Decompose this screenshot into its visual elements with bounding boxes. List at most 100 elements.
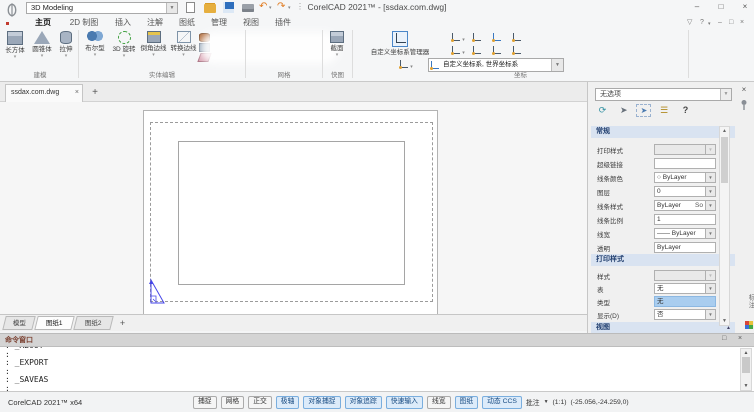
group-label-mesh: 网格 (246, 69, 322, 79)
palette-side-tab[interactable]: 标注 (745, 294, 754, 309)
hyperlink-field[interactable] (654, 158, 716, 169)
transparency-field[interactable]: ByLayer (654, 242, 716, 253)
doc-close-button[interactable]: × (740, 17, 744, 28)
chevron-down-icon[interactable]: ▼ (706, 172, 716, 183)
chevron-down-icon[interactable]: ▼ (706, 283, 716, 294)
line-color-select[interactable]: ○ ByLayer (654, 172, 706, 183)
ccs-manager-button[interactable]: 自定义坐标系管理器 (352, 31, 448, 56)
line-scale-field[interactable]: 1 (654, 214, 716, 225)
toggle-dynamic-ccs[interactable]: 动态 CCS (482, 396, 522, 409)
command-scrollbar[interactable]: ▲ ▼ (740, 348, 752, 391)
annotation-dropdown-icon[interactable]: ▼ (544, 399, 549, 405)
document-tab[interactable]: ssdax.com.dwg × (5, 84, 83, 102)
toggle-ortho[interactable]: 正交 (248, 396, 272, 409)
line-style-select[interactable]: ByLayerSo (654, 200, 706, 211)
sheet-tab-model[interactable]: 模型 (2, 316, 35, 330)
new-sheet-button[interactable]: + (116, 317, 129, 330)
section-button[interactable]: 截面 ▾ (325, 31, 349, 57)
chevron-down-icon: ▼ (706, 144, 716, 155)
toggle-grid[interactable]: 网格 (221, 396, 245, 409)
command-window-titlebar[interactable]: 命令窗口 □ × (0, 334, 754, 347)
ccs-row-2[interactable]: ▾ (452, 46, 521, 56)
tab-insert[interactable]: 插入 (108, 16, 138, 30)
scrollbar-thumb[interactable] (721, 137, 728, 183)
palette-close-button[interactable]: × (738, 85, 750, 96)
box-button[interactable]: 长方体 ▾ (2, 31, 28, 59)
chevron-down-icon[interactable]: ▼ (706, 186, 716, 197)
annotation-scale[interactable]: (1:1) (553, 399, 567, 406)
command-lines: : _ABOUT : : _EXPORT : : _SAVEAS : (0, 347, 738, 392)
boolean-button[interactable]: 布尔型 ▾ (81, 31, 109, 57)
line-weight-select[interactable]: —— ByLayer (654, 228, 706, 239)
section-general[interactable]: 常规 ▲ (591, 126, 735, 138)
chamfer-edges-button[interactable]: 倒角边线 ▾ (139, 31, 168, 57)
chevron-down-icon[interactable]: ▼ (706, 309, 716, 320)
tab-manage[interactable]: 管理 (204, 16, 234, 30)
toggle-polar[interactable]: 极轴 (276, 396, 300, 409)
toggle-quick-input[interactable]: 快速输入 (386, 396, 423, 409)
tab-home[interactable]: 主页 (26, 16, 60, 30)
select-entities-icon[interactable]: ➤ (636, 104, 651, 117)
blur-smudge (200, 32, 338, 64)
window-restore-button[interactable]: □ (712, 1, 730, 13)
toggle-lineweight[interactable]: 线宽 (427, 396, 451, 409)
axis-icon (513, 33, 521, 41)
section-print-style[interactable]: 打印样式 ▲ (591, 254, 735, 266)
tab-annotate[interactable]: 注解 (140, 16, 170, 30)
window-close-button[interactable]: × (736, 1, 754, 13)
toggle-esnap[interactable]: 对象捕捉 (303, 396, 340, 409)
refresh-selection-icon[interactable]: ⟳ (594, 103, 611, 118)
toggle-snap[interactable]: 捕捉 (193, 396, 217, 409)
quick-select-icon[interactable]: ☰ (656, 103, 673, 118)
doc-restore-button[interactable]: □ (729, 17, 733, 28)
command-history[interactable]: : _ABOUT : : _EXPORT : : _SAVEAS : (0, 347, 738, 392)
toggle-sheet[interactable]: 图纸 (455, 396, 479, 409)
tab-sheet[interactable]: 图纸 (172, 16, 202, 30)
command-close-icon[interactable]: × (738, 335, 742, 342)
help-icon[interactable]: ? (677, 103, 694, 118)
scroll-up-icon[interactable]: ▲ (720, 128, 729, 134)
type-field-selected[interactable]: 无 (654, 296, 716, 307)
window-minimize-button[interactable]: – (688, 1, 706, 13)
help-icon[interactable]: ? (700, 17, 704, 28)
display-select[interactable]: 否 (654, 309, 706, 320)
table-select[interactable]: 无 (654, 283, 706, 294)
ribbon-collapse-icon[interactable]: ▽ (687, 17, 692, 28)
cone-button[interactable]: 圆锥体 ▾ (29, 31, 55, 58)
sheet-tab-sheet1[interactable]: 图纸1 (34, 316, 74, 330)
boolean-icon (87, 31, 103, 43)
rotate-3d-button[interactable]: 3D 旋转 ▾ (110, 31, 138, 58)
layer-select[interactable]: 0 (654, 186, 706, 197)
selection-filter-select[interactable]: 无选项 ▼ (595, 88, 732, 101)
layout-viewport[interactable] (178, 141, 405, 285)
ccs-row-1[interactable]: ▾ (452, 33, 521, 43)
axis-icon (452, 33, 460, 41)
chamfer-dropdown-icon: ▾ (139, 53, 168, 57)
row-layer: 图层 0 ▼ (591, 186, 735, 198)
annotation-label[interactable]: 批注 (526, 397, 540, 407)
scrollbar-thumb[interactable] (742, 357, 750, 373)
chevron-down-icon[interactable]: ▼ (706, 228, 716, 239)
scroll-down-icon[interactable]: ▼ (720, 318, 729, 324)
extrude-button[interactable]: 拉伸 ▾ (55, 31, 77, 58)
new-document-tab-button[interactable]: + (88, 86, 102, 100)
tab-view[interactable]: 视图 (236, 16, 266, 30)
pointer-icon[interactable]: ➤ (615, 103, 632, 118)
drawing-canvas[interactable] (0, 102, 587, 314)
command-float-icon[interactable]: □ (722, 335, 726, 342)
row-line-style: 线条样式 ByLayerSo ▼ (591, 200, 735, 212)
tab-addons[interactable]: 插件 (268, 16, 298, 30)
help-dropdown-icon[interactable]: ▾ (708, 19, 711, 30)
tab-2d-drafting[interactable]: 2D 制图 (62, 16, 106, 30)
palette-scrollbar[interactable]: ▲ ▼ (719, 126, 730, 326)
chevron-down-icon[interactable]: ▼ (706, 200, 716, 211)
scroll-up-icon[interactable]: ▲ (741, 350, 751, 356)
pin-icon[interactable] (739, 99, 749, 111)
row-type: 类型 无 (591, 296, 735, 308)
convert-edges-button[interactable]: 转换边线 ▾ (169, 31, 198, 57)
sheet-tab-sheet2[interactable]: 图纸2 (73, 316, 113, 330)
doc-minimize-button[interactable]: – (718, 17, 722, 28)
scroll-down-icon[interactable]: ▼ (741, 383, 751, 389)
toggle-etrack[interactable]: 对象追踪 (345, 396, 382, 409)
document-tab-close-icon[interactable]: × (75, 85, 79, 101)
